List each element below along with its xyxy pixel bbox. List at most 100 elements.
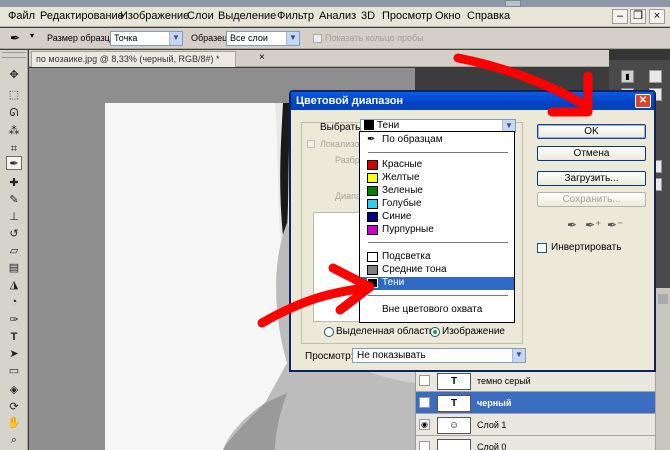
scroll-thumb[interactable] bbox=[658, 294, 668, 304]
type-tool-icon[interactable]: T bbox=[6, 330, 22, 344]
stamp-tool-icon[interactable]: ⊥ bbox=[6, 210, 22, 224]
visibility-toggle[interactable] bbox=[419, 441, 430, 450]
marquee-tool-icon[interactable]: ⬚ bbox=[6, 88, 22, 102]
radio-selection[interactable] bbox=[324, 327, 334, 337]
eyedropper-tool-icon[interactable]: ✒ bbox=[10, 31, 20, 45]
option-blues[interactable]: Синие bbox=[360, 211, 514, 224]
window-close-icon[interactable]: × bbox=[649, 9, 665, 24]
layer-row[interactable]: Слой 0 bbox=[416, 436, 670, 450]
minimize-button[interactable] bbox=[505, 0, 521, 7]
preview-select[interactable]: Не показывать ▼ bbox=[352, 348, 526, 363]
menu-edit[interactable]: Редактирование bbox=[40, 10, 124, 22]
white-swatch bbox=[367, 252, 378, 262]
crop-tool-icon[interactable]: ⌗ bbox=[6, 142, 22, 156]
pen-tool-icon[interactable]: ✑ bbox=[6, 313, 22, 327]
text-layer-thumbnail: T bbox=[437, 373, 471, 390]
sample-layers-select[interactable]: Все слои ▼ bbox=[226, 31, 300, 46]
dodge-tool-icon[interactable]: ◔ bbox=[6, 295, 22, 309]
save-button[interactable]: Сохранить... bbox=[537, 192, 646, 207]
zoom-tool-icon[interactable]: ⌕ bbox=[6, 433, 22, 447]
menu-help[interactable]: Справка bbox=[467, 10, 510, 22]
menu-3d[interactable]: 3D bbox=[361, 10, 375, 22]
blur-tool-icon[interactable]: ◮ bbox=[6, 278, 22, 292]
window-restore-icon[interactable]: ❐ bbox=[630, 9, 646, 24]
menu-analysis[interactable]: Анализ bbox=[319, 10, 356, 22]
3d-rotate-tool-icon[interactable]: ◈ bbox=[6, 383, 22, 397]
show-sampling-ring-label: Показать кольцо пробы bbox=[325, 33, 424, 43]
menu-filter[interactable]: Фильтр bbox=[277, 10, 314, 22]
menu-window[interactable]: Окно bbox=[435, 10, 461, 22]
option-magentas[interactable]: Пурпурные bbox=[360, 224, 514, 237]
option-greens[interactable]: Зеленые bbox=[360, 185, 514, 198]
hand-tool-icon[interactable]: ✋ bbox=[6, 416, 22, 430]
eye-icon[interactable]: ◉ bbox=[419, 419, 430, 430]
option-label: Тени bbox=[382, 277, 405, 288]
app-title-fragment bbox=[50, 0, 90, 4]
select-dropdown-list: ✒ По образцам Красные Желтые Зеленые Гол… bbox=[359, 131, 515, 323]
shape-tool-icon[interactable]: ▭ bbox=[6, 364, 22, 378]
move-tool-icon[interactable]: ✥ bbox=[6, 68, 22, 82]
window-minimize-icon[interactable]: – bbox=[612, 9, 628, 24]
application-title-strip bbox=[0, 0, 670, 7]
option-midtones[interactable]: Средние тона bbox=[360, 264, 514, 277]
radio-image[interactable] bbox=[430, 327, 440, 337]
option-label: Пурпурные bbox=[382, 224, 434, 235]
ok-button[interactable]: OK bbox=[537, 124, 646, 139]
menu-image[interactable]: Изображение bbox=[120, 10, 189, 22]
menu-layers[interactable]: Слои bbox=[187, 10, 214, 22]
toolbox-grip[interactable] bbox=[2, 52, 26, 58]
3d-orbit-tool-icon[interactable]: ⟳ bbox=[6, 400, 22, 414]
quick-select-tool-icon[interactable]: ⁂ bbox=[6, 124, 22, 138]
document-tab[interactable]: по мозаике.jpg @ 8,33% (черный, RGB/8#) … bbox=[31, 51, 236, 67]
layer-row[interactable]: T темно серый bbox=[416, 370, 670, 392]
visibility-toggle[interactable] bbox=[419, 375, 430, 386]
show-sampling-ring-checkbox[interactable] bbox=[313, 34, 322, 43]
panel-scrollbar[interactable] bbox=[655, 288, 670, 450]
layer-row-selected[interactable]: T черный bbox=[416, 392, 670, 414]
histogram-panel-icon[interactable]: ▮ bbox=[621, 70, 634, 83]
eyedropper-tool-icon[interactable]: ✒ bbox=[6, 156, 22, 170]
black-swatch bbox=[367, 278, 378, 288]
option-reds[interactable]: Красные bbox=[360, 159, 514, 172]
lasso-tool-icon[interactable]: ᘏ bbox=[6, 106, 22, 120]
history-brush-tool-icon[interactable]: ↺ bbox=[6, 227, 22, 241]
option-sampled-colors[interactable]: ✒ По образцам bbox=[360, 134, 514, 147]
load-button[interactable]: Загрузить... bbox=[537, 171, 646, 186]
option-yellows[interactable]: Желтые bbox=[360, 172, 514, 185]
sample-label: Образец: bbox=[191, 33, 230, 43]
separator bbox=[368, 242, 508, 243]
preview-label: Просмотр: bbox=[305, 351, 354, 362]
layer-row[interactable]: ◉ ☺ Слой 1 bbox=[416, 414, 670, 436]
menu-view[interactable]: Просмотр bbox=[382, 10, 432, 22]
dialog-close-icon[interactable]: ✕ bbox=[635, 94, 651, 108]
yellow-swatch bbox=[367, 173, 378, 183]
sample-layers-value: Все слои bbox=[230, 33, 268, 43]
menu-file[interactable]: Файл bbox=[8, 10, 35, 22]
cancel-button[interactable]: Отмена bbox=[537, 146, 646, 161]
text-layer-thumbnail: T bbox=[437, 395, 471, 412]
close-tab-icon[interactable]: × bbox=[259, 52, 265, 63]
workspace-switcher[interactable] bbox=[415, 0, 505, 4]
layer-thumbnail bbox=[437, 439, 471, 450]
option-shadows[interactable]: Тени bbox=[360, 277, 514, 290]
option-highlights[interactable]: Подсветка bbox=[360, 251, 514, 264]
eyedropper-plus-icon[interactable]: ✒⁺ bbox=[585, 218, 601, 232]
visibility-toggle[interactable] bbox=[419, 397, 430, 408]
healing-tool-icon[interactable]: ✚ bbox=[6, 176, 22, 190]
localized-clusters-checkbox[interactable] bbox=[307, 140, 315, 148]
color-panel-icon[interactable] bbox=[649, 70, 662, 83]
eraser-tool-icon[interactable]: ▱ bbox=[6, 244, 22, 258]
sample-size-value: Точка bbox=[114, 33, 138, 43]
path-select-tool-icon[interactable]: ➤ bbox=[6, 347, 22, 361]
option-cyans[interactable]: Голубые bbox=[360, 198, 514, 211]
eyedropper-icon[interactable]: ✒ bbox=[567, 218, 577, 232]
sample-size-select[interactable]: Точка ▼ bbox=[110, 31, 183, 46]
invert-checkbox[interactable] bbox=[537, 243, 547, 253]
eyedropper-minus-icon[interactable]: ✒⁻ bbox=[607, 218, 623, 232]
gradient-tool-icon[interactable]: ▤ bbox=[6, 261, 22, 275]
preset-dropdown-icon[interactable]: ▾ bbox=[30, 31, 34, 40]
brush-tool-icon[interactable]: ✎ bbox=[6, 193, 22, 207]
magenta-swatch bbox=[367, 225, 378, 235]
option-out-of-gamut[interactable]: Вне цветового охвата bbox=[360, 304, 514, 317]
menu-select[interactable]: Выделение bbox=[218, 10, 276, 22]
